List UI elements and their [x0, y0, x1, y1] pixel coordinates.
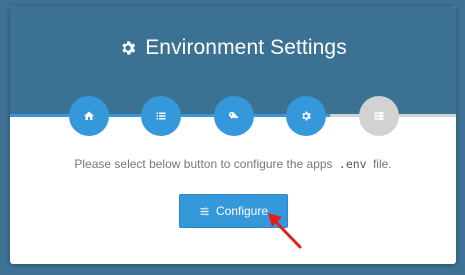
- step-environment[interactable]: [286, 96, 326, 136]
- step-permissions[interactable]: [214, 96, 254, 136]
- home-icon: [84, 111, 94, 120]
- gear-icon: [119, 39, 137, 57]
- server-icon: [374, 112, 384, 120]
- list-icon: [156, 112, 166, 120]
- instruction-text: Please select below button to configure …: [10, 157, 456, 171]
- annotation-arrow: [268, 213, 302, 249]
- gear-icon: [302, 111, 311, 121]
- instruction-after: file.: [372, 157, 392, 171]
- step-home[interactable]: [69, 96, 109, 136]
- configure-button-label: Configure: [215, 204, 269, 218]
- step-server[interactable]: [359, 96, 399, 136]
- step-requirements[interactable]: [141, 96, 181, 136]
- sliders-icon: [199, 206, 210, 217]
- env-filename: .env: [338, 157, 367, 171]
- instruction-before: Please select below button to configure …: [74, 157, 333, 171]
- settings-card: Environment Settings Please select below…: [10, 6, 456, 264]
- page-title-text: Environment Settings: [145, 36, 347, 59]
- key-icon: [228, 111, 239, 119]
- page-title: Environment Settings: [10, 36, 456, 60]
